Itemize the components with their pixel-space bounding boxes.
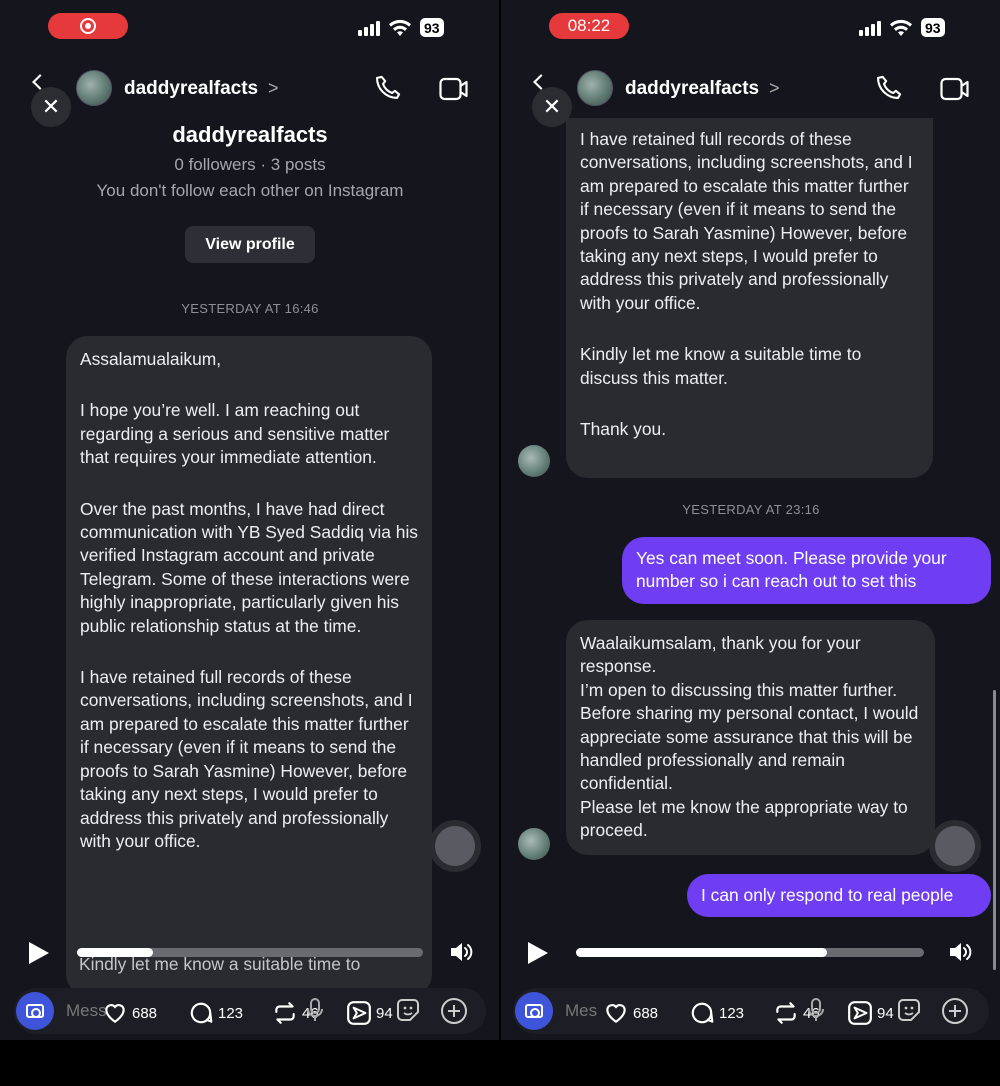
mic-icon[interactable] <box>807 997 825 1023</box>
message-paragraph: Over the past months, I have had direct … <box>80 498 419 636</box>
video-call-icon[interactable] <box>439 76 469 102</box>
repost-icon <box>275 1002 295 1024</box>
share-stat[interactable]: 94 <box>346 1000 393 1026</box>
incoming-message-bubble[interactable]: Assalamualaikum, I hope you’re well. I a… <box>66 336 432 996</box>
message-input-placeholder[interactable]: Mes <box>565 1001 597 1021</box>
record-icon <box>80 18 96 34</box>
play-icon[interactable] <box>528 942 548 964</box>
share-icon <box>347 1001 371 1025</box>
message-paragraph: I hope you’re well. I am reaching out re… <box>80 400 390 468</box>
like-count: 688 <box>132 1004 158 1022</box>
view-profile-button[interactable]: View profile <box>185 226 315 263</box>
floating-control-button[interactable] <box>929 820 981 872</box>
incoming-message-bubble[interactable]: I have retained full records of these co… <box>566 118 933 478</box>
heart-icon <box>105 1004 125 1023</box>
header-username[interactable]: daddyrealfacts <box>124 78 258 100</box>
screen-record-pill[interactable] <box>48 13 128 39</box>
share-count: 94 <box>376 1004 393 1022</box>
volume-icon[interactable] <box>948 941 974 963</box>
message-paragraph: Thank you. <box>580 419 667 440</box>
camera-icon[interactable] <box>515 992 553 1030</box>
heart-icon <box>606 1004 626 1023</box>
right-screenshot-panel: 08:22 93 ✕ daddyrealfacts > I have retai… <box>501 0 1000 1040</box>
time-pill[interactable]: 08:22 <box>549 13 629 39</box>
sticker-icon[interactable] <box>895 996 923 1024</box>
wifi-icon <box>890 19 912 36</box>
battery-indicator: 93 <box>420 18 444 37</box>
sticker-icon[interactable] <box>394 996 422 1024</box>
share-count: 94 <box>877 1004 894 1022</box>
profile-stats: 0 followers · 3 posts <box>174 155 326 174</box>
camera-icon[interactable] <box>16 992 54 1030</box>
sender-avatar[interactable] <box>518 445 550 477</box>
avatar[interactable] <box>76 70 112 106</box>
status-icons: 93 <box>358 18 444 37</box>
comment-icon <box>190 1002 213 1024</box>
avatar[interactable] <box>577 70 613 106</box>
video-call-icon[interactable] <box>940 76 970 102</box>
message-timestamp: YESTERDAY AT 16:46 <box>181 301 319 316</box>
follow-note: You don't follow each other on Instagram <box>96 181 404 200</box>
signal-icon <box>859 20 881 36</box>
message-paragraph: Assalamualaikum, <box>80 349 222 369</box>
chevron-right-icon: > <box>268 78 279 98</box>
chevron-right-icon: > <box>769 78 780 98</box>
message-timestamp: YESTERDAY AT 23:16 <box>682 502 820 517</box>
plus-icon[interactable] <box>941 997 969 1025</box>
header-username[interactable]: daddyrealfacts <box>625 78 759 100</box>
floating-control-button[interactable] <box>429 820 481 872</box>
wifi-icon <box>389 19 411 36</box>
like-stat[interactable]: 688 <box>603 1000 658 1026</box>
play-icon[interactable] <box>29 942 49 964</box>
signal-icon <box>358 20 380 36</box>
close-icon[interactable]: ✕ <box>31 87 71 127</box>
message-paragraph: I have retained full records of these co… <box>580 129 913 313</box>
share-icon <box>848 1001 872 1025</box>
left-screenshot-panel: 93 ✕ daddyrealfacts > daddyrealfacts 0 f… <box>0 0 499 1040</box>
bottom-letterbox <box>0 1040 1000 1086</box>
incoming-message-bubble[interactable]: Waalaikumsalam, thank you for your respo… <box>566 620 935 855</box>
battery-indicator: 93 <box>921 18 945 37</box>
message-input-placeholder[interactable]: Mess <box>66 1001 107 1021</box>
message-paragraph: I have retained full records of these co… <box>80 667 413 851</box>
outgoing-message-bubble[interactable]: Yes can meet soon. Please provide your n… <box>622 537 991 604</box>
volume-icon[interactable] <box>449 941 475 963</box>
profile-name: daddyrealfacts <box>172 122 328 147</box>
status-icons: 93 <box>859 18 945 37</box>
like-count: 688 <box>633 1004 659 1022</box>
share-stat[interactable]: 94 <box>847 1000 894 1026</box>
plus-icon[interactable] <box>440 997 468 1025</box>
phone-icon[interactable] <box>374 74 402 102</box>
scrollbar[interactable] <box>993 690 996 970</box>
video-progress-bar[interactable] <box>576 948 924 957</box>
sender-avatar[interactable] <box>518 828 550 860</box>
message-paragraph: Kindly let me know a suitable time to di… <box>580 344 862 388</box>
outgoing-message-bubble[interactable]: I can only respond to real people <box>687 874 991 918</box>
chat-header: ✕ daddyrealfacts > <box>501 60 1000 127</box>
phone-icon[interactable] <box>875 74 903 102</box>
comment-count: 123 <box>719 1004 745 1022</box>
repost-icon <box>776 1002 796 1024</box>
chat-header: ✕ daddyrealfacts > <box>0 60 499 127</box>
comment-stat[interactable]: 123 <box>689 1000 744 1026</box>
comment-stat[interactable]: 123 <box>188 1000 243 1026</box>
comment-count: 123 <box>218 1004 244 1022</box>
partially-hidden-message-text: Kindly let me know a suitable time to <box>79 954 361 974</box>
mic-icon[interactable] <box>306 997 324 1023</box>
comment-icon <box>691 1002 714 1024</box>
progress-fill <box>576 948 827 957</box>
like-stat[interactable]: 688 <box>102 1000 157 1026</box>
